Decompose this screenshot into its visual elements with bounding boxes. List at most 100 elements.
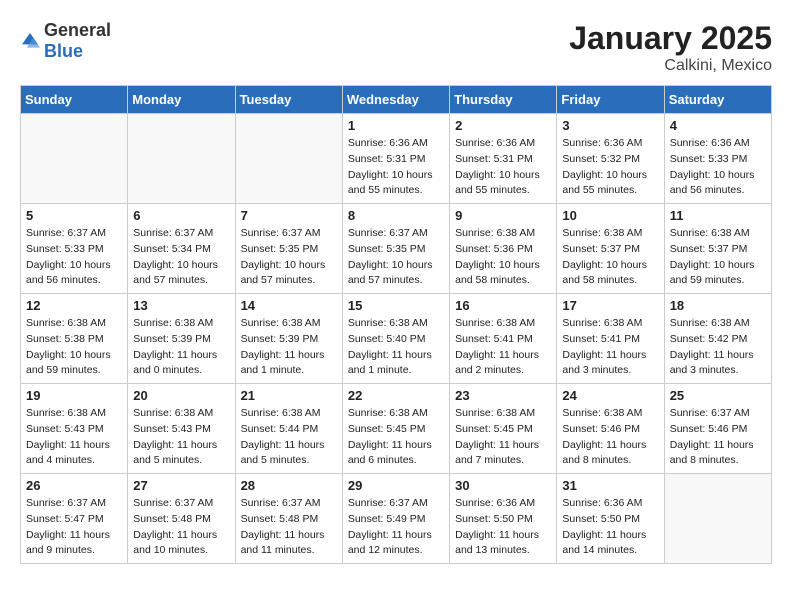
day-number: 16: [455, 298, 551, 313]
day-number: 24: [562, 388, 658, 403]
day-info: Sunrise: 6:37 AM Sunset: 5:48 PM Dayligh…: [241, 496, 337, 559]
weekday-header-friday: Friday: [557, 86, 664, 114]
calendar-title: January 2025: [569, 20, 772, 57]
day-info: Sunrise: 6:38 AM Sunset: 5:39 PM Dayligh…: [133, 316, 229, 379]
day-info: Sunrise: 6:37 AM Sunset: 5:49 PM Dayligh…: [348, 496, 444, 559]
day-number: 17: [562, 298, 658, 313]
day-number: 15: [348, 298, 444, 313]
day-cell: 10 Sunrise: 6:38 AM Sunset: 5:37 PM Dayli…: [557, 204, 664, 294]
day-info: Sunrise: 6:36 AM Sunset: 5:31 PM Dayligh…: [348, 136, 444, 199]
day-cell: 4Sunrise: 6:36 AM Sunset: 5:33 PM Daylig…: [664, 114, 771, 204]
day-cell: [21, 114, 128, 204]
day-cell: 11 Sunrise: 6:38 AM Sunset: 5:37 PM Dayli…: [664, 204, 771, 294]
day-info: Sunrise: 6:37 AM Sunset: 5:34 PM Dayligh…: [133, 226, 229, 289]
day-number: 29: [348, 478, 444, 493]
day-cell: 8Sunrise: 6:37 AM Sunset: 5:35 PM Daylig…: [342, 204, 449, 294]
day-number: 22: [348, 388, 444, 403]
day-info: Sunrise: 6:38 AM Sunset: 5:38 PM Dayligh…: [26, 316, 122, 379]
day-number: 2: [455, 118, 551, 133]
day-info: Sunrise: 6:38 AM Sunset: 5:41 PM Dayligh…: [455, 316, 551, 379]
week-row-4: 19 Sunrise: 6:38 AM Sunset: 5:43 PM Dayli…: [21, 384, 772, 474]
day-cell: 21 Sunrise: 6:38 AM Sunset: 5:44 PM Dayli…: [235, 384, 342, 474]
day-number: 21: [241, 388, 337, 403]
day-info: Sunrise: 6:38 AM Sunset: 5:43 PM Dayligh…: [26, 406, 122, 469]
day-cell: 30Sunrise: 6:36 AM Sunset: 5:50 PM Dayli…: [450, 474, 557, 564]
day-cell: 19 Sunrise: 6:38 AM Sunset: 5:43 PM Dayli…: [21, 384, 128, 474]
title-block: January 2025 Calkini, Mexico: [569, 20, 772, 75]
day-cell: [664, 474, 771, 564]
day-info: Sunrise: 6:36 AM Sunset: 5:33 PM Dayligh…: [670, 136, 766, 199]
day-info: Sunrise: 6:38 AM Sunset: 5:44 PM Dayligh…: [241, 406, 337, 469]
day-info: Sunrise: 6:38 AM Sunset: 5:41 PM Dayligh…: [562, 316, 658, 379]
day-cell: 28 Sunrise: 6:37 AM Sunset: 5:48 PM Dayli…: [235, 474, 342, 564]
day-number: 3: [562, 118, 658, 133]
day-cell: 23Sunrise: 6:38 AM Sunset: 5:45 PM Dayli…: [450, 384, 557, 474]
day-info: Sunrise: 6:38 AM Sunset: 5:42 PM Dayligh…: [670, 316, 766, 379]
week-row-5: 26 Sunrise: 6:37 AM Sunset: 5:47 PM Dayli…: [21, 474, 772, 564]
day-cell: 16 Sunrise: 6:38 AM Sunset: 5:41 PM Dayli…: [450, 294, 557, 384]
day-cell: 20 Sunrise: 6:38 AM Sunset: 5:43 PM Dayli…: [128, 384, 235, 474]
day-number: 19: [26, 388, 122, 403]
day-cell: 24 Sunrise: 6:38 AM Sunset: 5:46 PM Dayli…: [557, 384, 664, 474]
day-info: Sunrise: 6:38 AM Sunset: 5:37 PM Dayligh…: [670, 226, 766, 289]
day-number: 7: [241, 208, 337, 223]
day-cell: 5 Sunrise: 6:37 AM Sunset: 5:33 PM Daylig…: [21, 204, 128, 294]
weekday-header-tuesday: Tuesday: [235, 86, 342, 114]
day-number: 26: [26, 478, 122, 493]
day-cell: 18 Sunrise: 6:38 AM Sunset: 5:42 PM Dayli…: [664, 294, 771, 384]
day-info: Sunrise: 6:37 AM Sunset: 5:35 PM Dayligh…: [348, 226, 444, 289]
day-info: Sunrise: 6:38 AM Sunset: 5:37 PM Dayligh…: [562, 226, 658, 289]
weekday-header-wednesday: Wednesday: [342, 86, 449, 114]
day-number: 12: [26, 298, 122, 313]
day-info: Sunrise: 6:38 AM Sunset: 5:40 PM Dayligh…: [348, 316, 444, 379]
day-cell: 3Sunrise: 6:36 AM Sunset: 5:32 PM Daylig…: [557, 114, 664, 204]
weekday-header-monday: Monday: [128, 86, 235, 114]
day-info: Sunrise: 6:37 AM Sunset: 5:47 PM Dayligh…: [26, 496, 122, 559]
logo-blue: Blue: [44, 41, 83, 61]
day-cell: [235, 114, 342, 204]
day-info: Sunrise: 6:36 AM Sunset: 5:31 PM Dayligh…: [455, 136, 551, 199]
day-number: 27: [133, 478, 229, 493]
day-number: 11: [670, 208, 766, 223]
day-cell: 27Sunrise: 6:37 AM Sunset: 5:48 PM Dayli…: [128, 474, 235, 564]
day-cell: 17 Sunrise: 6:38 AM Sunset: 5:41 PM Dayli…: [557, 294, 664, 384]
day-cell: 1Sunrise: 6:36 AM Sunset: 5:31 PM Daylig…: [342, 114, 449, 204]
day-cell: 2 Sunrise: 6:36 AM Sunset: 5:31 PM Daylig…: [450, 114, 557, 204]
day-number: 31: [562, 478, 658, 493]
day-cell: 9Sunrise: 6:38 AM Sunset: 5:36 PM Daylig…: [450, 204, 557, 294]
weekday-header-sunday: Sunday: [21, 86, 128, 114]
day-info: Sunrise: 6:38 AM Sunset: 5:45 PM Dayligh…: [348, 406, 444, 469]
day-number: 14: [241, 298, 337, 313]
weekday-header-thursday: Thursday: [450, 86, 557, 114]
header: General Blue January 2025 Calkini, Mexic…: [20, 20, 772, 75]
day-cell: 29 Sunrise: 6:37 AM Sunset: 5:49 PM Dayli…: [342, 474, 449, 564]
day-number: 20: [133, 388, 229, 403]
day-info: Sunrise: 6:38 AM Sunset: 5:36 PM Dayligh…: [455, 226, 551, 289]
day-number: 10: [562, 208, 658, 223]
day-cell: 13 Sunrise: 6:38 AM Sunset: 5:39 PM Dayli…: [128, 294, 235, 384]
day-number: 13: [133, 298, 229, 313]
logo-icon: [20, 31, 40, 51]
day-info: Sunrise: 6:38 AM Sunset: 5:43 PM Dayligh…: [133, 406, 229, 469]
day-cell: 31Sunrise: 6:36 AM Sunset: 5:50 PM Dayli…: [557, 474, 664, 564]
weekday-header-saturday: Saturday: [664, 86, 771, 114]
day-cell: 15 Sunrise: 6:38 AM Sunset: 5:40 PM Dayli…: [342, 294, 449, 384]
day-number: 28: [241, 478, 337, 493]
day-number: 23: [455, 388, 551, 403]
week-row-1: 1Sunrise: 6:36 AM Sunset: 5:31 PM Daylig…: [21, 114, 772, 204]
day-number: 6: [133, 208, 229, 223]
logo: General Blue: [20, 20, 111, 62]
week-row-3: 12 Sunrise: 6:38 AM Sunset: 5:38 PM Dayli…: [21, 294, 772, 384]
week-row-2: 5 Sunrise: 6:37 AM Sunset: 5:33 PM Daylig…: [21, 204, 772, 294]
day-cell: 6 Sunrise: 6:37 AM Sunset: 5:34 PM Daylig…: [128, 204, 235, 294]
day-number: 18: [670, 298, 766, 313]
day-info: Sunrise: 6:37 AM Sunset: 5:33 PM Dayligh…: [26, 226, 122, 289]
day-number: 30: [455, 478, 551, 493]
day-info: Sunrise: 6:38 AM Sunset: 5:46 PM Dayligh…: [562, 406, 658, 469]
calendar-table: SundayMondayTuesdayWednesdayThursdayFrid…: [20, 85, 772, 564]
day-number: 5: [26, 208, 122, 223]
logo-general: General: [44, 20, 111, 40]
calendar-subtitle: Calkini, Mexico: [569, 57, 772, 75]
weekday-header-row: SundayMondayTuesdayWednesdayThursdayFrid…: [21, 86, 772, 114]
day-info: Sunrise: 6:38 AM Sunset: 5:39 PM Dayligh…: [241, 316, 337, 379]
